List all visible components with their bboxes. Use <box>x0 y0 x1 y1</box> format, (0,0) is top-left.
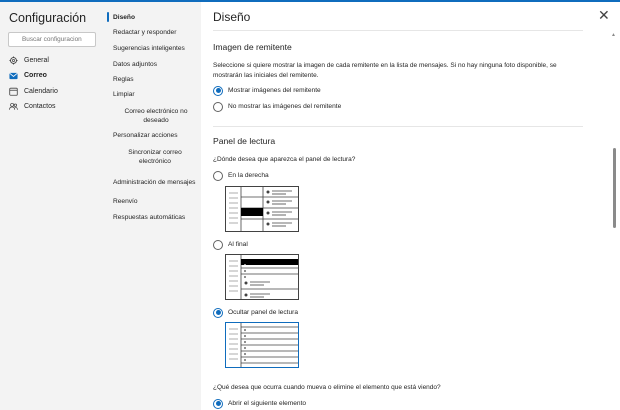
nav-item-label: Correo <box>24 72 47 79</box>
nav-item-label: Calendario <box>24 88 58 95</box>
radio-empty-icon <box>213 101 223 112</box>
radio-label: Abrir el siguiente elemento <box>228 400 307 407</box>
subnav-item-sugerencias[interactable]: Sugerencias inteligentes <box>113 44 198 53</box>
subnav-item-limpiar[interactable]: Limpiar <box>113 90 198 99</box>
divider <box>213 126 583 127</box>
calendar-icon <box>9 87 18 96</box>
page-title: Diseño <box>213 10 251 24</box>
section-heading-reading-pane: Panel de lectura <box>213 136 276 146</box>
radio-hide-sender-images[interactable]: No mostrar las imágenes del remitente <box>213 101 341 112</box>
radio-label: En la derecha <box>228 172 269 179</box>
radio-selected-icon <box>213 398 223 409</box>
subnav-item-redactar[interactable]: Redactar y responder <box>113 28 198 37</box>
preview-reading-pane-bottom[interactable] <box>225 254 299 300</box>
radio-empty-icon <box>213 170 223 181</box>
nav-item-label: Contactos <box>24 103 56 110</box>
radio-reading-pane-bottom[interactable]: Al final <box>213 239 248 250</box>
sender-image-description: Seleccione si quiere mostrar la imagen d… <box>213 62 557 79</box>
layout-right-diagram <box>229 187 298 231</box>
settings-title: Configuración <box>9 11 87 25</box>
radio-reading-pane-right[interactable]: En la derecha <box>213 170 269 181</box>
radio-open-next-item[interactable]: Abrir el siguiente elemento <box>213 398 306 409</box>
subnav-item-sincronizar[interactable]: Sincronizar correo electrónico <box>121 148 189 166</box>
settings-nav-primary: Configuración General Correo Calendario … <box>0 2 101 410</box>
preview-reading-pane-right[interactable] <box>225 186 299 232</box>
subnav-item-reenvio[interactable]: Reenvío <box>113 197 198 206</box>
section-heading-sender-image: Imagen de remitente <box>213 42 292 52</box>
radio-label: No mostrar las imágenes del remitente <box>228 103 342 110</box>
radio-reading-pane-hide[interactable]: Ocultar panel de lectura <box>213 307 298 318</box>
search-input[interactable] <box>8 32 96 47</box>
radio-selected-icon <box>213 307 223 318</box>
nav-item-calendar[interactable]: Calendario <box>9 85 58 98</box>
gear-icon <box>9 56 18 65</box>
subnav-item-administracion[interactable]: Administración de mensajes <box>113 178 198 187</box>
layout-hidden-diagram <box>229 323 298 367</box>
subnav-item-personalizar[interactable]: Personalizar acciones <box>113 131 198 140</box>
layout-bottom-diagram <box>229 255 298 299</box>
people-icon <box>9 102 18 111</box>
close-icon[interactable]: ✕ <box>598 8 610 22</box>
nav-item-contacts[interactable]: Contactos <box>9 100 56 113</box>
mail-icon <box>9 71 18 80</box>
subnav-item-diseno[interactable]: Diseño <box>113 13 198 22</box>
radio-label: Ocultar panel de lectura <box>228 309 299 316</box>
nav-item-general[interactable]: General <box>9 54 49 67</box>
radio-label: Mostrar imágenes del remitente <box>228 87 321 94</box>
preview-reading-pane-hidden[interactable] <box>225 322 299 368</box>
subnav-item-adjuntos[interactable]: Datos adjuntos <box>113 60 198 69</box>
settings-main-panel: Diseño ✕ Imagen de remitente Seleccione … <box>201 2 620 410</box>
reading-pane-question: ¿Dónde desea que aparezca el panel de le… <box>213 156 356 163</box>
divider <box>213 30 583 31</box>
after-move-question: ¿Qué desea que ocurra cuando mueva o eli… <box>213 384 441 391</box>
radio-selected-icon <box>213 85 223 96</box>
subnav-item-automaticas[interactable]: Respuestas automáticas <box>113 213 198 222</box>
radio-label: Al final <box>228 241 248 248</box>
nav-item-label: General <box>24 57 49 64</box>
nav-item-mail[interactable]: Correo <box>9 69 47 82</box>
radio-empty-icon <box>213 239 223 250</box>
subnav-item-reglas[interactable]: Reglas <box>113 75 198 84</box>
scroll-up-arrow-icon[interactable]: ▲ <box>611 32 616 38</box>
scrollbar-thumb[interactable] <box>613 148 616 228</box>
subnav-item-no-deseado[interactable]: Correo electrónico no deseado <box>117 107 195 125</box>
active-indicator <box>107 12 109 22</box>
radio-show-sender-images[interactable]: Mostrar imágenes del remitente <box>213 85 321 96</box>
